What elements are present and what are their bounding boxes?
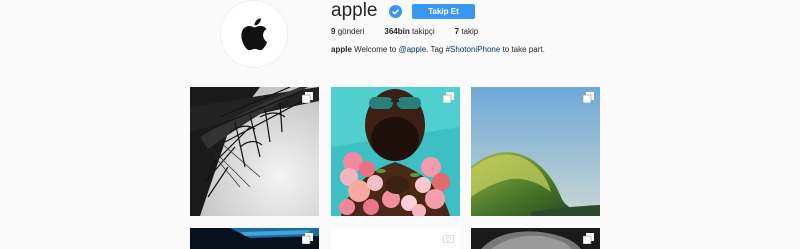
- bw-portrait-photo: [471, 228, 600, 249]
- bio-text-end: to take part.: [502, 45, 545, 54]
- multiple-photos-icon: [302, 233, 313, 244]
- apple-logo-icon: [241, 18, 268, 50]
- profile-bio: apple Welcome to @apple. Tag #ShotoniPho…: [331, 45, 545, 54]
- followers-label: takipçi: [411, 27, 435, 36]
- multiple-photos-icon: [443, 92, 454, 103]
- follow-button[interactable]: Takip Et: [412, 4, 475, 19]
- video-camera-icon: [443, 235, 454, 243]
- verified-badge-icon: [389, 5, 402, 18]
- profile-avatar[interactable]: [220, 0, 288, 68]
- stat-followers[interactable]: 364bin takipçi: [384, 27, 434, 36]
- multiple-photos-icon: [583, 92, 594, 103]
- bio-name: apple: [331, 45, 352, 54]
- post-tile-1[interactable]: [190, 87, 319, 216]
- bio-text: Welcome to: [354, 45, 397, 54]
- followers-count: 364bin: [384, 27, 410, 36]
- multiple-photos-icon: [302, 92, 313, 103]
- bio-mention-link[interactable]: @apple: [398, 45, 426, 54]
- bio-text-middle: . Tag: [426, 45, 444, 54]
- multiple-photos-icon: [583, 233, 594, 244]
- posts-label: gönderi: [337, 27, 365, 36]
- following-label: takip: [461, 27, 479, 36]
- portrait-flowers-photo: [331, 87, 460, 216]
- eiffel-tower-photo: [190, 87, 319, 216]
- post-tile-4[interactable]: [190, 228, 319, 249]
- posts-count: 9: [331, 27, 336, 36]
- stat-posts: 9 gönderi: [331, 27, 364, 36]
- post-tile-3[interactable]: [471, 87, 600, 216]
- following-count: 7: [454, 27, 460, 36]
- wave-photo: [471, 87, 600, 216]
- profile-stats: 9 gönderi 364bin takipçi 7 takip: [331, 27, 498, 36]
- post-tile-2[interactable]: [331, 87, 460, 216]
- post-tile-6[interactable]: [471, 228, 600, 249]
- bio-hashtag-link[interactable]: #ShotoniPhone: [446, 45, 501, 54]
- post-tile-5[interactable]: [331, 228, 460, 249]
- profile-username: apple: [331, 0, 378, 21]
- abstract-blue-photo: [190, 228, 319, 249]
- stat-following[interactable]: 7 takip: [455, 27, 479, 36]
